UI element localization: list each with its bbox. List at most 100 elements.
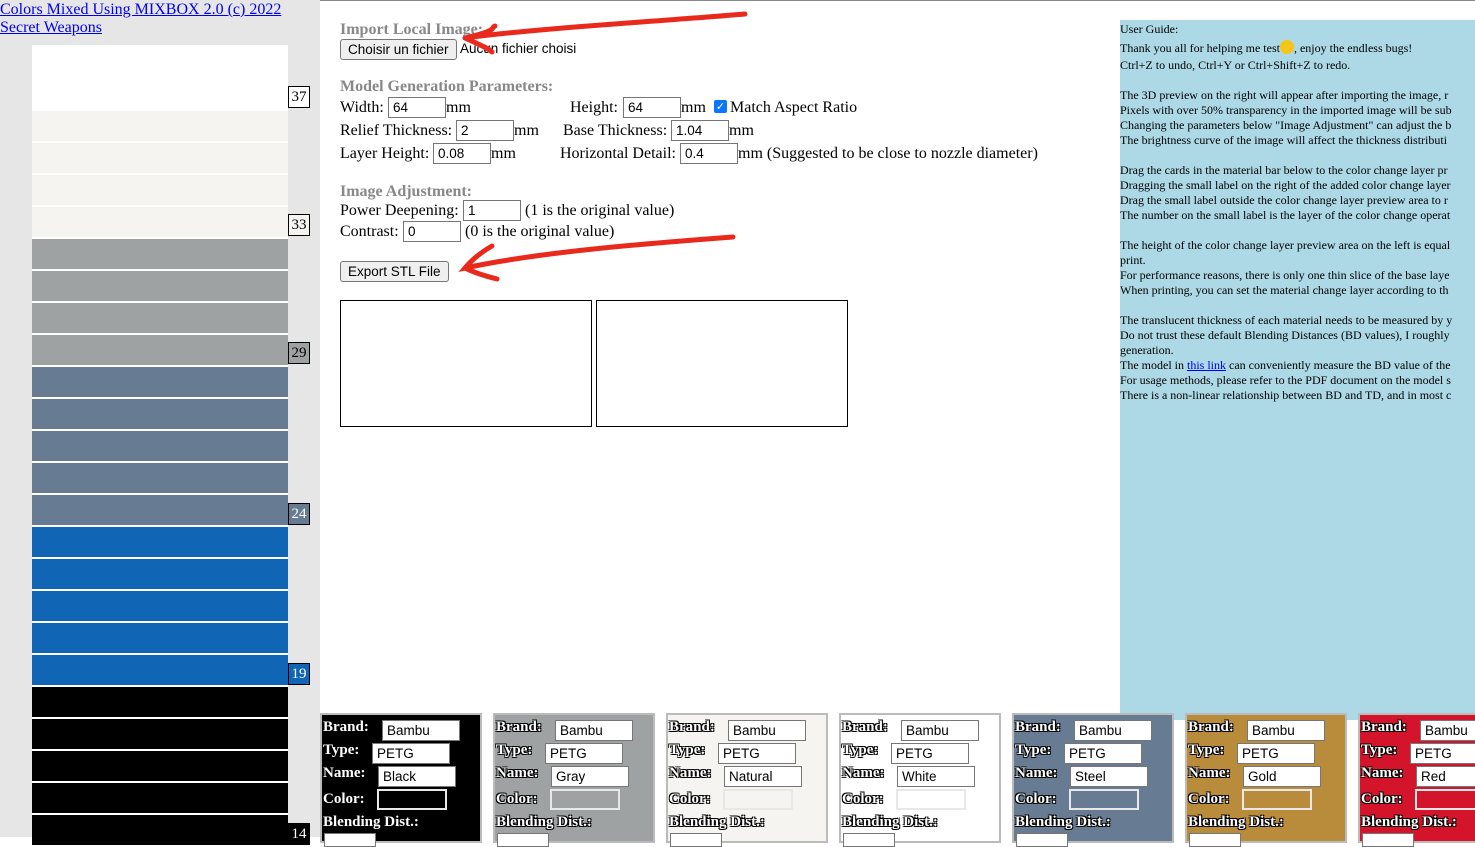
material-card[interactable]: Brand: Bambu Type: PETG Name: Steel Color: Blen… — [1012, 713, 1174, 847]
card-brand-input[interactable]: Bambu — [1420, 720, 1475, 741]
material-card[interactable]: Brand: Bambu Type: PETG Name: White Color: Blen… — [839, 713, 1001, 847]
relief-thickness-input[interactable]: 2 — [456, 120, 514, 141]
card-brand-input[interactable]: Bambu — [382, 720, 460, 741]
layer-number-tag[interactable]: 29 — [288, 342, 310, 364]
card-bd-input[interactable] — [324, 833, 376, 847]
layer-number-tag[interactable]: 19 — [288, 663, 310, 685]
card-brand-label: Brand: — [496, 719, 542, 735]
card-bd-label: Blending Dist.: — [842, 814, 938, 830]
layer-stripe[interactable] — [32, 429, 288, 461]
export-stl-button[interactable]: Export STL File — [340, 261, 449, 282]
bd-measure-link[interactable]: this link — [1187, 358, 1226, 372]
material-card[interactable]: Brand: Bambu Type: PETG Name: Black Color: Blen… — [320, 713, 482, 847]
layer-stripe[interactable] — [32, 685, 288, 717]
card-bd-input[interactable] — [1362, 833, 1414, 847]
card-color-picker[interactable] — [1242, 789, 1312, 810]
material-card[interactable]: Brand: Bambu Type: PETG Name: Red Color: Blendi… — [1358, 713, 1475, 847]
choose-file-button[interactable]: Choisir un fichier — [340, 39, 457, 60]
layer-stripe[interactable] — [32, 205, 288, 237]
base-thickness-input[interactable]: 1.04 — [671, 120, 729, 141]
layer-stripe[interactable] — [32, 493, 288, 525]
layer-stripe[interactable] — [32, 333, 288, 365]
layer-stripe[interactable] — [32, 365, 288, 397]
card-bd-input[interactable] — [670, 833, 722, 847]
layer-stripe[interactable] — [32, 109, 288, 141]
layer-number-tag[interactable]: 37 — [288, 86, 310, 108]
power-deepening-input[interactable]: 1 — [463, 200, 521, 221]
card-name-input[interactable]: Gray — [551, 766, 629, 787]
layer-number-tag[interactable]: 33 — [288, 214, 310, 236]
layer-stripe[interactable] — [32, 717, 288, 749]
card-type-input[interactable]: PETG — [545, 743, 623, 764]
card-color-label: Color: — [1188, 791, 1230, 807]
layer-stripe[interactable] — [32, 237, 288, 269]
layer-stripe[interactable] — [32, 461, 288, 493]
guide-link-line: The model in this link can conveniently … — [1120, 358, 1451, 372]
layer-stripe[interactable] — [32, 813, 288, 845]
layer-stripe[interactable] — [32, 301, 288, 333]
material-card[interactable]: Brand: Bambu Type: PETG Name: Gold Color: Blend… — [1185, 713, 1347, 847]
layer-stripe[interactable] — [32, 77, 288, 109]
material-card[interactable]: Brand: Bambu Type: PETG Name: Gray Color: Blend… — [493, 713, 655, 847]
layer-stripe[interactable] — [32, 269, 288, 301]
card-color-picker[interactable] — [723, 789, 793, 810]
layer-stripe[interactable] — [32, 621, 288, 653]
card-color-picker[interactable] — [1415, 789, 1475, 810]
card-name-input[interactable]: White — [897, 766, 975, 787]
card-color-picker[interactable] — [896, 789, 966, 810]
card-bd-input[interactable] — [497, 833, 549, 847]
layer-stripe[interactable] — [32, 45, 288, 77]
card-type-input[interactable]: PETG — [372, 743, 450, 764]
layer-stripe[interactable] — [32, 781, 288, 813]
3d-preview-canvas[interactable] — [596, 300, 848, 427]
card-name-input[interactable]: Natural — [724, 766, 802, 787]
card-name-input[interactable]: Steel — [1070, 766, 1148, 787]
material-card[interactable]: Brand: Bambu Type: PETG Name: Natural Color: Bl… — [666, 713, 828, 847]
layer-stripe[interactable] — [32, 397, 288, 429]
layer-stripe[interactable] — [32, 749, 288, 781]
horizontal-detail-input[interactable]: 0.4 — [680, 143, 738, 164]
guide-line: There is a non-linear relationship betwe… — [1120, 388, 1452, 402]
card-color-picker[interactable] — [1069, 789, 1139, 810]
layer-stripe[interactable] — [32, 525, 288, 557]
card-color-picker[interactable] — [550, 789, 620, 810]
card-type-input[interactable]: PETG — [1237, 743, 1315, 764]
secret-weapons-link[interactable]: Secret Weapons — [0, 19, 281, 37]
guide-line: The brightness curve of the image will a… — [1120, 133, 1448, 147]
card-brand-input[interactable]: Bambu — [555, 720, 633, 741]
layer-stripe[interactable] — [32, 557, 288, 589]
guide-line: print. — [1120, 253, 1146, 267]
layer-height-label: Layer Height: — [340, 145, 430, 162]
height-input[interactable]: 64 — [623, 97, 681, 118]
card-bd-input[interactable] — [843, 833, 895, 847]
layer-number-tag[interactable]: 14 — [288, 823, 310, 845]
match-aspect-checkbox[interactable]: ✓ — [714, 100, 727, 113]
card-name-input[interactable]: Red — [1416, 766, 1475, 787]
card-type-input[interactable]: PETG — [718, 743, 796, 764]
card-type-input[interactable]: PETG — [1410, 743, 1475, 764]
layer-number-tag[interactable]: 24 — [288, 503, 310, 525]
card-type-input[interactable]: PETG — [891, 743, 969, 764]
color-change-layers[interactable] — [32, 45, 288, 845]
guide-line: Drag the small label outside the color c… — [1120, 193, 1448, 207]
card-bd-input[interactable] — [1016, 833, 1068, 847]
layer-stripe[interactable] — [32, 141, 288, 173]
width-label: Width: — [340, 99, 384, 116]
card-name-input[interactable]: Black — [378, 766, 456, 787]
card-color-picker[interactable] — [377, 789, 447, 810]
card-brand-input[interactable]: Bambu — [901, 720, 979, 741]
card-name-input[interactable]: Gold — [1243, 766, 1321, 787]
layer-stripe[interactable] — [32, 173, 288, 205]
width-input[interactable]: 64 — [388, 97, 446, 118]
card-brand-input[interactable]: Bambu — [728, 720, 806, 741]
guide-shortcuts: Ctrl+Z to undo, Ctrl+Y or Ctrl+Shift+Z t… — [1120, 58, 1351, 72]
layer-stripe[interactable] — [32, 589, 288, 621]
layer-height-input[interactable]: 0.08 — [433, 143, 491, 164]
mixbox-credit-link[interactable]: Colors Mixed Using MIXBOX 2.0 (c) 2022 — [0, 1, 281, 19]
layer-stripe[interactable] — [32, 653, 288, 685]
contrast-input[interactable]: 0 — [403, 221, 461, 242]
card-brand-input[interactable]: Bambu — [1247, 720, 1325, 741]
card-bd-input[interactable] — [1189, 833, 1241, 847]
card-type-input[interactable]: PETG — [1064, 743, 1142, 764]
card-brand-input[interactable]: Bambu — [1074, 720, 1152, 741]
